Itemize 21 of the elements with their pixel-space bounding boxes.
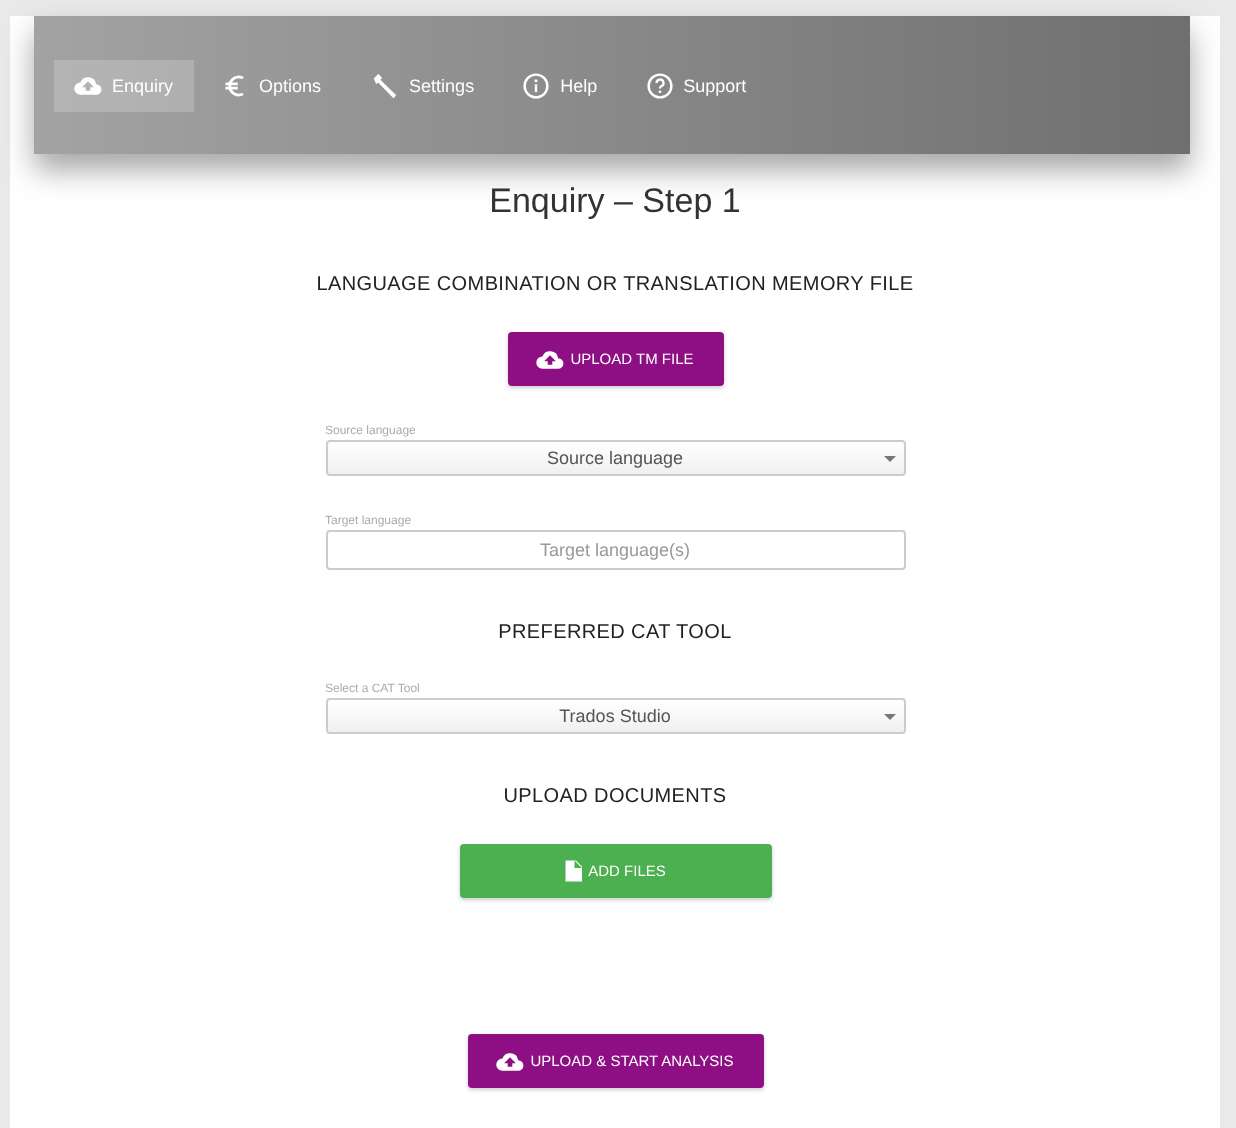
nav-item[interactable]: Settings xyxy=(349,54,495,116)
section-heading: LANGUAGE COMBINATION OR TRANSLATION MEMORY FILE xyxy=(316,274,914,296)
section-heading: PREFERRED CAT TOOL xyxy=(498,622,732,644)
select-field[interactable]: Trados Studio xyxy=(325,698,905,734)
nav-item[interactable]: Support xyxy=(625,55,767,115)
cloud-upload-icon xyxy=(496,1051,525,1071)
nav-item[interactable]: Options xyxy=(201,55,342,115)
select-field[interactable]: Source language xyxy=(325,440,905,476)
input-field[interactable]: Target language(s) xyxy=(325,530,905,570)
wrench-icon xyxy=(369,70,400,100)
cloud-upload-icon xyxy=(536,349,565,369)
cloud-upload-icon xyxy=(74,75,102,95)
file-icon xyxy=(564,860,583,882)
page-title: Enquiry – Step 1 xyxy=(487,182,743,222)
help-icon xyxy=(645,71,674,99)
caret-icon xyxy=(883,711,895,721)
nav-item[interactable]: Help xyxy=(502,55,618,115)
caret-icon xyxy=(883,453,895,463)
nav-item[interactable]: Enquiry xyxy=(54,59,194,111)
info-icon xyxy=(522,71,551,99)
section-heading: UPLOAD DOCUMENTS xyxy=(503,786,727,808)
